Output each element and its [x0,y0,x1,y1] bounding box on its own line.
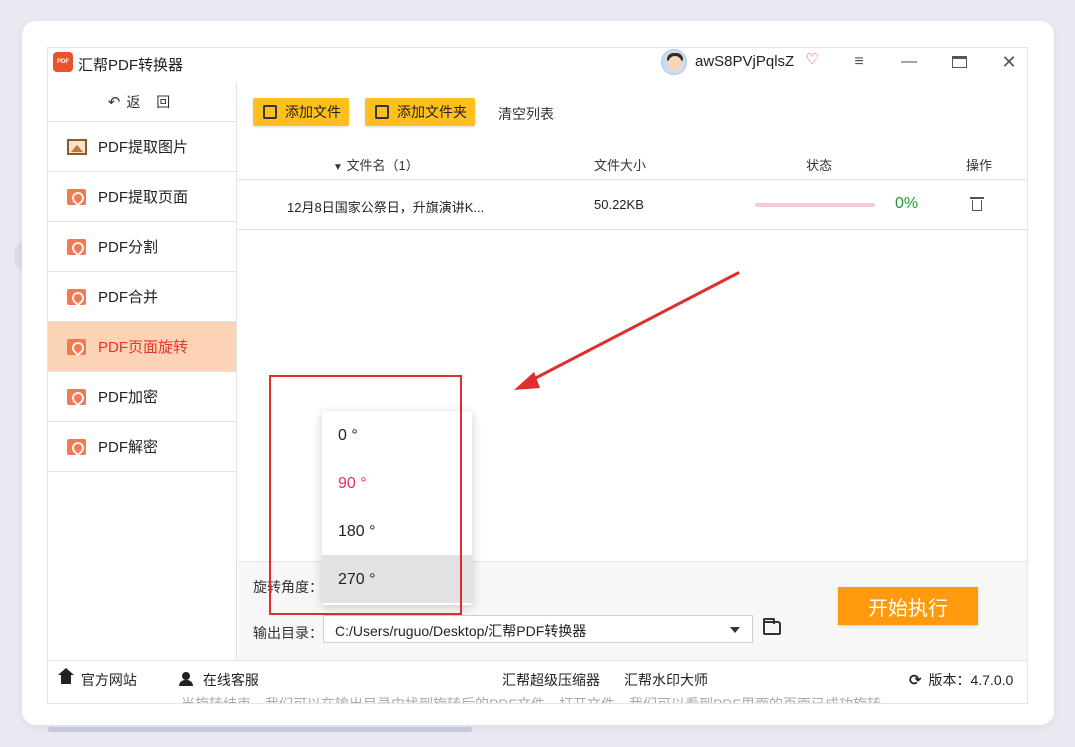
add-folder-label: 添加文件夹 [397,104,467,120]
minimize-icon[interactable]: — [895,50,923,74]
folder-plus-icon [375,105,389,119]
progress-percent: 0% [895,195,919,212]
sort-caret-icon: ▼ [333,162,343,173]
online-support-label: 在线客服 [202,672,259,688]
image-icon [67,138,87,155]
sidebar-item-label: PDF分割 [98,239,159,256]
app-logo-icon: PDF [53,52,73,72]
sidebar-item-extract-images[interactable]: PDF提取图片 [48,122,236,172]
sidebar-item-label: PDF提取图片 [98,139,189,156]
watermark-link[interactable]: 汇帮水印大师 [624,670,708,690]
pdf-icon [67,188,86,205]
rotation-dropdown[interactable]: 0 ° 90 ° 180 ° 270 ° [322,411,472,605]
sidebar-item-label: PDF页面旋转 [98,339,189,356]
folder-open-icon[interactable] [763,618,781,635]
sidebar-item-label: PDF解密 [98,439,159,456]
sidebar-item-label: PDF合并 [98,289,159,306]
pdf-icon [67,438,86,455]
user-icon [179,672,193,686]
add-file-button[interactable]: 添加文件 [253,98,349,126]
close-icon[interactable]: ✕ [995,50,1023,74]
rotation-option-90[interactable]: 90 ° [322,459,472,507]
rotation-label: 旋转角度： [253,579,323,595]
refresh-icon: ⟳ [909,672,922,689]
maximize-icon[interactable] [945,50,973,74]
table-row[interactable]: 12月8日国家公祭日，升旗演讲K... 50.22KB 0% [238,180,1027,230]
online-support-link[interactable]: 在线客服 [179,670,259,690]
pdf-icon [67,388,86,405]
file-name-cell: 12月8日国家公祭日，升旗演讲K... [287,200,485,215]
sidebar-item-split[interactable]: PDF分割 [48,222,236,272]
app-window: PDF 汇帮PDF转换器 awS8PVjPqlsZ ♡ ≡ — ✕ ↶ 返 回 … [47,47,1028,704]
version-info[interactable]: ⟳ 版本：4.7.0.0 [909,670,1013,690]
background-bar [48,727,472,732]
sidebar-item-encrypt[interactable]: PDF加密 [48,372,236,422]
sidebar-item-merge[interactable]: PDF合并 [48,272,236,322]
action-header: 操作 [966,158,993,173]
home-icon [58,668,74,686]
pdf-icon [67,338,86,355]
sidebar-item-label: PDF提取页面 [98,189,189,206]
clear-list-button[interactable]: 清空列表 [498,104,554,124]
filename-header-label: 文件名（1） [346,158,419,173]
back-button[interactable]: ↶ 返 回 [48,82,236,122]
sidebar: ↶ 返 回 PDF提取图片 PDF提取页面 PDF分割 PDF合并 PDF页面旋… [48,82,237,660]
official-site-link[interactable]: 官方网站 [58,668,137,690]
back-arrow-icon: ↶ [107,93,121,111]
sidebar-item-label: PDF加密 [98,389,159,406]
pdf-icon [67,238,86,255]
sidebar-item-decrypt[interactable]: PDF解密 [48,422,236,472]
pdf-icon [67,288,86,305]
table-header: ▼ 文件名（1） 文件大小 状态 操作 [238,144,1027,180]
status-header: 状态 [806,158,833,173]
rotation-option-180[interactable]: 180 ° [322,507,472,555]
progress-bar [755,203,875,207]
file-list-icon [263,105,277,119]
vip-diamond-icon[interactable]: ♡ [803,51,821,69]
output-dir-label: 输出目录： [253,625,323,641]
footer: 官方网站 在线客服 汇帮超级压缩器 汇帮水印大师 ⟳ 版本：4.7.0.0 当旋… [48,660,1027,704]
output-dir-select[interactable]: C:/Users/ruguo/Desktop/汇帮PDF转换器 [323,615,753,643]
rotation-option-0[interactable]: 0 ° [322,411,472,459]
chevron-down-icon [730,627,740,633]
caption-text-cut: 当旋转结束，我们可以在输出目录中找到旋转后的PDF文件，打开文件，我们可以看到P… [181,696,881,704]
start-button[interactable]: 开始执行 [838,587,978,625]
sidebar-item-rotate[interactable]: PDF页面旋转 [48,322,236,372]
back-label: 返 回 [126,93,177,110]
avatar[interactable] [661,49,687,75]
add-file-label: 添加文件 [285,104,341,120]
size-header: 文件大小 [594,158,647,173]
trash-icon[interactable] [970,197,984,211]
menu-icon[interactable]: ≡ [845,50,873,74]
title-bar: PDF 汇帮PDF转换器 awS8PVjPqlsZ ♡ ≡ — ✕ [48,48,1027,82]
sidebar-item-extract-pages[interactable]: PDF提取页面 [48,172,236,222]
file-size-cell: 50.22KB [594,197,644,212]
app-title: 汇帮PDF转换器 [78,57,184,74]
version-label: 版本：4.7.0.0 [928,672,1014,688]
add-folder-button[interactable]: 添加文件夹 [365,98,475,126]
rotation-option-270[interactable]: 270 ° [322,555,472,603]
username[interactable]: awS8PVjPqlsZ [695,53,794,70]
output-dir-value: C:/Users/ruguo/Desktop/汇帮PDF转换器 [335,623,587,639]
toolbar: 添加文件 添加文件夹 清空列表 [238,82,1027,142]
filename-header[interactable]: ▼ 文件名（1） [333,155,419,174]
compressor-link[interactable]: 汇帮超级压缩器 [502,670,600,690]
official-site-label: 官方网站 [80,672,137,688]
